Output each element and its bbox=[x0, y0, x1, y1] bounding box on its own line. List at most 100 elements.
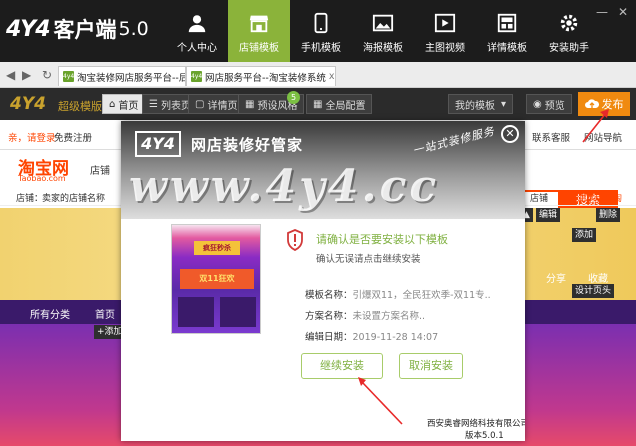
confirm-subtext: 确认无误请点击继续安装 bbox=[316, 254, 421, 265]
continue-install-button[interactable]: 继续安装 bbox=[301, 353, 383, 379]
template-thumbnail: 疯狂秒杀 双11狂欢 bbox=[171, 224, 261, 334]
company-name: 西安奥睿网络科技有限公司 bbox=[427, 419, 525, 429]
register-link[interactable]: 免费注册 bbox=[54, 130, 92, 144]
nav-label: 主图视频 bbox=[425, 43, 465, 54]
nav-item-install-helper[interactable]: 安装助手 bbox=[538, 0, 600, 62]
dialog-logo: 4Y4 bbox=[135, 131, 181, 157]
global-config-button[interactable]: ▦ 全局配置 bbox=[306, 94, 373, 114]
tab-favicon: 4y4 bbox=[191, 71, 203, 82]
chevron-down-icon: ▾ bbox=[501, 98, 507, 110]
login-link[interactable]: 亲，请登录 bbox=[8, 130, 56, 144]
phone-icon bbox=[314, 12, 328, 34]
tab-favicon: 4y4 bbox=[63, 71, 75, 82]
nav-item-poster-template[interactable]: 海报模板 bbox=[352, 0, 414, 62]
editor-toolbar: 4Y4 超级模版 ⌂ 首页 ☰ 列表页 ▢ 详情页 ▦ 预设风格 5 ▦ 全局配… bbox=[0, 88, 636, 120]
info-value: 2019-11-28 14:07 bbox=[352, 332, 439, 343]
app-version: 版本5.0.1 bbox=[465, 431, 504, 441]
main-nav: 个人中心 店铺模板 手机模板 海报模板 主图视频 详情模板 安装助手 bbox=[166, 0, 600, 62]
home-page-label: 首页 bbox=[118, 100, 139, 112]
dialog-close-button[interactable]: ✕ bbox=[501, 125, 519, 143]
thumb-product-block bbox=[178, 297, 214, 327]
info-value: 未设置方案名称.. bbox=[352, 311, 426, 322]
dialog-slogan: 一站式装修服务 bbox=[411, 124, 497, 158]
browser-tab-1[interactable]: 4y4 淘宝装修网店服务平台--后台 x bbox=[58, 66, 186, 86]
cancel-install-button[interactable]: 取消安装 bbox=[399, 353, 463, 379]
detail-icon bbox=[497, 13, 517, 33]
home-page-button[interactable]: ⌂ 首页 bbox=[102, 94, 146, 114]
thumb-product-block bbox=[220, 297, 256, 327]
store-home-link[interactable]: 首页 bbox=[95, 306, 115, 321]
nav-label: 个人中心 bbox=[177, 43, 217, 54]
follow-shop-link[interactable]: 关注本店面淘 bbox=[568, 191, 622, 204]
info-edit-date: 编辑日期：2019-11-28 14:07 bbox=[305, 329, 438, 343]
nav-item-detail-template[interactable]: 详情模板 bbox=[476, 0, 538, 62]
gear-icon bbox=[560, 14, 578, 32]
info-plan-name: 方案名称：未设置方案名称.. bbox=[305, 308, 425, 322]
palette-icon: ▦ bbox=[245, 98, 255, 110]
add-module-top-button[interactable]: 添加 bbox=[572, 228, 597, 242]
nav-label: 安装助手 bbox=[549, 43, 589, 54]
thumb-promo-text: 双11狂欢 bbox=[199, 274, 235, 283]
shop-label: 店铺： bbox=[16, 194, 44, 204]
store-links[interactable]: 店铺 bbox=[530, 191, 548, 204]
seller-link[interactable]: 联系客服 bbox=[532, 130, 570, 144]
store-tab[interactable]: 店铺 bbox=[90, 162, 110, 177]
install-template-dialog: 4Y4 网店装修好管家 一站式装修服务 www.4y4.cc ✕ 疯狂秒杀 双1… bbox=[121, 121, 525, 441]
tab-title: 网店服务平台--淘宝装修系统 bbox=[205, 72, 326, 84]
design-header-button[interactable]: 设计页头 bbox=[572, 284, 615, 298]
dialog-title: 网店装修好管家 bbox=[191, 136, 304, 154]
delete-module-button[interactable]: 删除 bbox=[596, 208, 621, 222]
back-button[interactable]: ◀ bbox=[6, 68, 15, 82]
info-label: 方案名称： bbox=[305, 311, 353, 322]
edition-label: 超级模版 bbox=[58, 100, 102, 113]
browser-tab-2[interactable]: 4y4 网店服务平台--淘宝装修系统 x bbox=[186, 66, 336, 86]
share-link[interactable]: 分享 bbox=[546, 270, 566, 285]
forward-button[interactable]: ▶ bbox=[22, 68, 31, 82]
shop-name: 卖家的店铺名称 bbox=[42, 194, 106, 204]
image-icon bbox=[372, 14, 394, 32]
shield-warning-icon bbox=[287, 229, 303, 251]
logo-version: 5.0 bbox=[118, 18, 149, 40]
preview-button[interactable]: ◉ 预览 bbox=[526, 94, 572, 114]
info-label: 编辑日期： bbox=[305, 332, 353, 343]
cloud-upload-icon bbox=[584, 99, 599, 108]
global-config-label: 全局配置 bbox=[325, 100, 366, 112]
thumb-banner-text: 疯狂秒杀 bbox=[194, 241, 240, 255]
toolbar-logo: 4Y4 bbox=[10, 94, 46, 114]
list-page-label: 列表页 bbox=[160, 100, 191, 112]
dialog-header: 4Y4 网店装修好管家 一站式装修服务 www.4y4.cc ✕ bbox=[121, 121, 525, 219]
collect-link[interactable]: 收藏 bbox=[588, 270, 608, 285]
nav-label: 海报模板 bbox=[363, 43, 403, 54]
user-icon bbox=[188, 15, 206, 33]
publish-button[interactable]: 发布 bbox=[578, 92, 630, 116]
browser-tab-bar: ◀ ▶ ↻ 4y4 淘宝装修网店服务平台--后台 x 4y4 网店服务平台--淘… bbox=[0, 62, 636, 88]
site-nav-link[interactable]: 网站导航 bbox=[584, 130, 622, 144]
watermark-text: www.4y4.cc bbox=[129, 161, 440, 212]
detail-page-button[interactable]: ▢ 详情页 bbox=[188, 94, 245, 114]
taobao-domain: Taobao.com bbox=[18, 174, 66, 183]
nav-label: 详情模板 bbox=[487, 43, 527, 54]
info-label: 模板名称： bbox=[305, 290, 353, 301]
video-icon bbox=[434, 13, 456, 33]
all-categories-link[interactable]: 所有分类 bbox=[30, 306, 70, 321]
nav-item-store-template[interactable]: 店铺模板 bbox=[228, 0, 290, 62]
info-template-name: 模板名称：引爆双11，全民狂欢季-双11专.. bbox=[305, 287, 491, 301]
close-window-button[interactable]: ✕ bbox=[618, 6, 628, 18]
tab-close-icon[interactable]: x bbox=[329, 71, 335, 82]
minimize-button[interactable]: — bbox=[596, 6, 608, 18]
preview-label: 预览 bbox=[544, 100, 565, 112]
logo-text: 客户端 bbox=[53, 18, 117, 42]
refresh-button[interactable]: ↻ bbox=[42, 68, 52, 82]
my-template-button[interactable]: 我的模板 ▾ bbox=[448, 94, 514, 114]
home-icon: ⌂ bbox=[109, 98, 116, 110]
eye-icon: ◉ bbox=[533, 98, 542, 110]
nav-label: 店铺模板 bbox=[239, 43, 279, 54]
info-value: 引爆双11，全民狂欢季-双11专.. bbox=[352, 290, 491, 301]
publish-label: 发布 bbox=[601, 98, 624, 111]
tab-title: 淘宝装修网店服务平台--后台 bbox=[77, 72, 186, 84]
edit-module-button[interactable]: 编辑 bbox=[536, 208, 561, 222]
nav-item-personal[interactable]: 个人中心 bbox=[166, 0, 228, 62]
grid-icon: ▦ bbox=[313, 98, 323, 110]
nav-item-mobile-template[interactable]: 手机模板 bbox=[290, 0, 352, 62]
nav-item-main-video[interactable]: 主图视频 bbox=[414, 0, 476, 62]
